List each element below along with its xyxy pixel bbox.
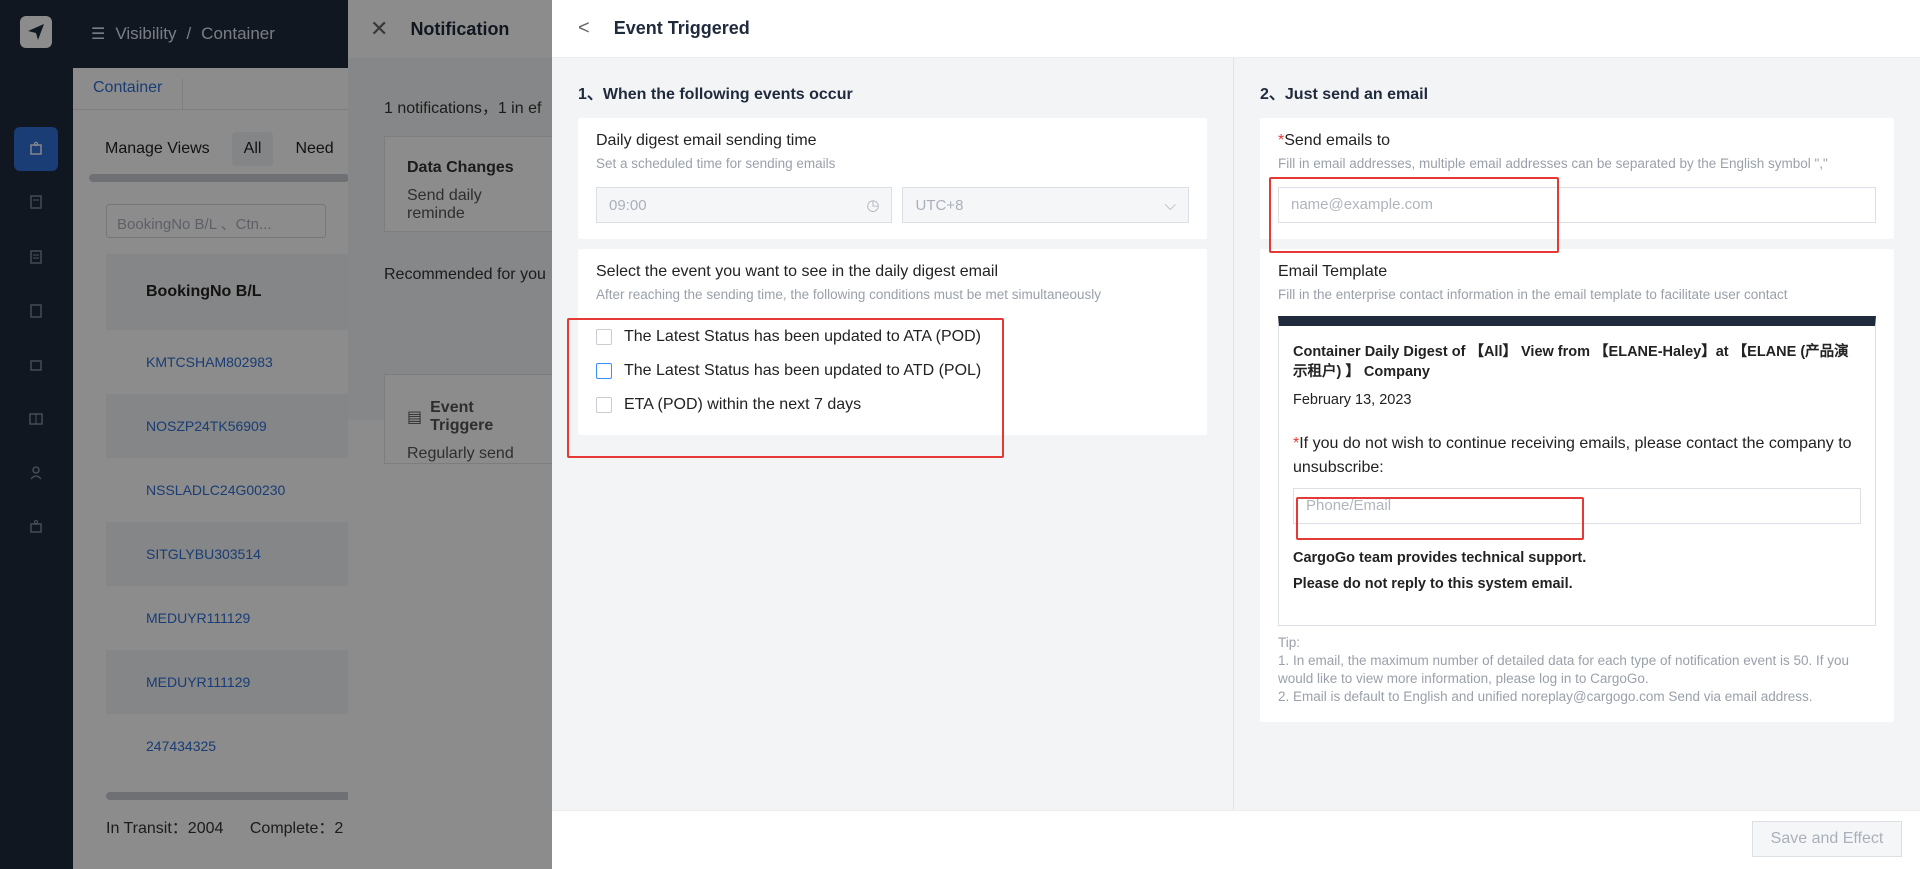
- option-label: ETA (POD) within the next 7 days: [624, 396, 862, 413]
- email-field[interactable]: name@example.com: [1278, 187, 1876, 223]
- event-panel-title: Select the event you want to see in the …: [596, 263, 999, 280]
- clock-icon: ◷: [866, 197, 880, 214]
- chevron-down-icon: ⌵: [1164, 196, 1176, 214]
- tip-2: 2. Email is default to English and unifi…: [1278, 689, 1813, 704]
- timezone-select[interactable]: UTC+8 ⌵: [902, 187, 1189, 223]
- send-to-panel: *Send emails to Fill in email addresses,…: [1260, 118, 1894, 239]
- time-panel: Daily digest email sending time Set a sc…: [578, 118, 1207, 239]
- tips: Tip: 1. In email, the maximum number of …: [1278, 634, 1876, 706]
- time-panel-title: Daily digest email sending time: [596, 132, 817, 149]
- phone-email-field[interactable]: Phone/Email: [1293, 488, 1861, 524]
- send-to-subtitle: Fill in email addresses, multiple email …: [1278, 156, 1828, 171]
- template-date: February 13, 2023: [1293, 392, 1412, 408]
- back-icon[interactable]: <: [578, 17, 590, 40]
- event-panel: Select the event you want to see in the …: [578, 249, 1207, 435]
- drawer-title: Event Triggered: [613, 18, 750, 38]
- save-and-effect-button[interactable]: Save and Effect: [1752, 821, 1902, 857]
- event-option-ata[interactable]: The Latest Status has been updated to AT…: [596, 320, 1189, 354]
- drawer-footer: Save and Effect: [552, 810, 1920, 869]
- checkbox[interactable]: [596, 329, 612, 345]
- option-label: The Latest Status has been updated to AT…: [624, 328, 981, 345]
- tips-label: Tip:: [1278, 635, 1301, 650]
- template-panel: Email Template Fill in the enterprise co…: [1260, 249, 1894, 722]
- noreply-text: Please do not reply to this system email…: [1293, 576, 1573, 592]
- section-events-title: 1、When the following events occur: [578, 86, 853, 103]
- tip-1: 1. In email, the maximum number of detai…: [1278, 653, 1850, 686]
- event-option-atd[interactable]: The Latest Status has been updated to AT…: [596, 354, 1189, 388]
- send-to-title: Send emails to: [1284, 132, 1391, 149]
- checkbox[interactable]: [596, 397, 612, 413]
- events-column: 1、When the following events occur Daily …: [552, 58, 1234, 810]
- event-option-eta[interactable]: ETA (POD) within the next 7 days: [596, 388, 1189, 422]
- email-column: 2、Just send an email *Send emails to Fil…: [1234, 58, 1920, 810]
- time-value: 09:00: [609, 196, 647, 214]
- template-heading: Container Daily Digest of 【All】 View fro…: [1293, 344, 1849, 380]
- timezone-value: UTC+8: [915, 196, 964, 214]
- section-email-title: 2、Just send an email: [1260, 86, 1429, 103]
- template-title: Email Template: [1278, 263, 1388, 280]
- event-panel-subtitle: After reaching the sending time, the fol…: [596, 287, 1102, 302]
- email-template-preview: Container Daily Digest of 【All】 View fro…: [1278, 316, 1876, 626]
- time-panel-subtitle: Set a scheduled time for sending emails: [596, 156, 836, 171]
- time-picker[interactable]: 09:00 ◷: [596, 187, 893, 223]
- unsubscribe-text: If you do not wish to continue receiving…: [1293, 435, 1852, 476]
- option-label: The Latest Status has been updated to AT…: [624, 362, 982, 379]
- checkbox[interactable]: [596, 363, 612, 379]
- support-text: CargoGo team provides technical support.: [1293, 550, 1587, 566]
- notification-mask[interactable]: [348, 0, 552, 869]
- template-subtitle: Fill in the enterprise contact informati…: [1278, 287, 1788, 302]
- event-triggered-drawer: < Event Triggered 1、When the following e…: [552, 0, 1920, 869]
